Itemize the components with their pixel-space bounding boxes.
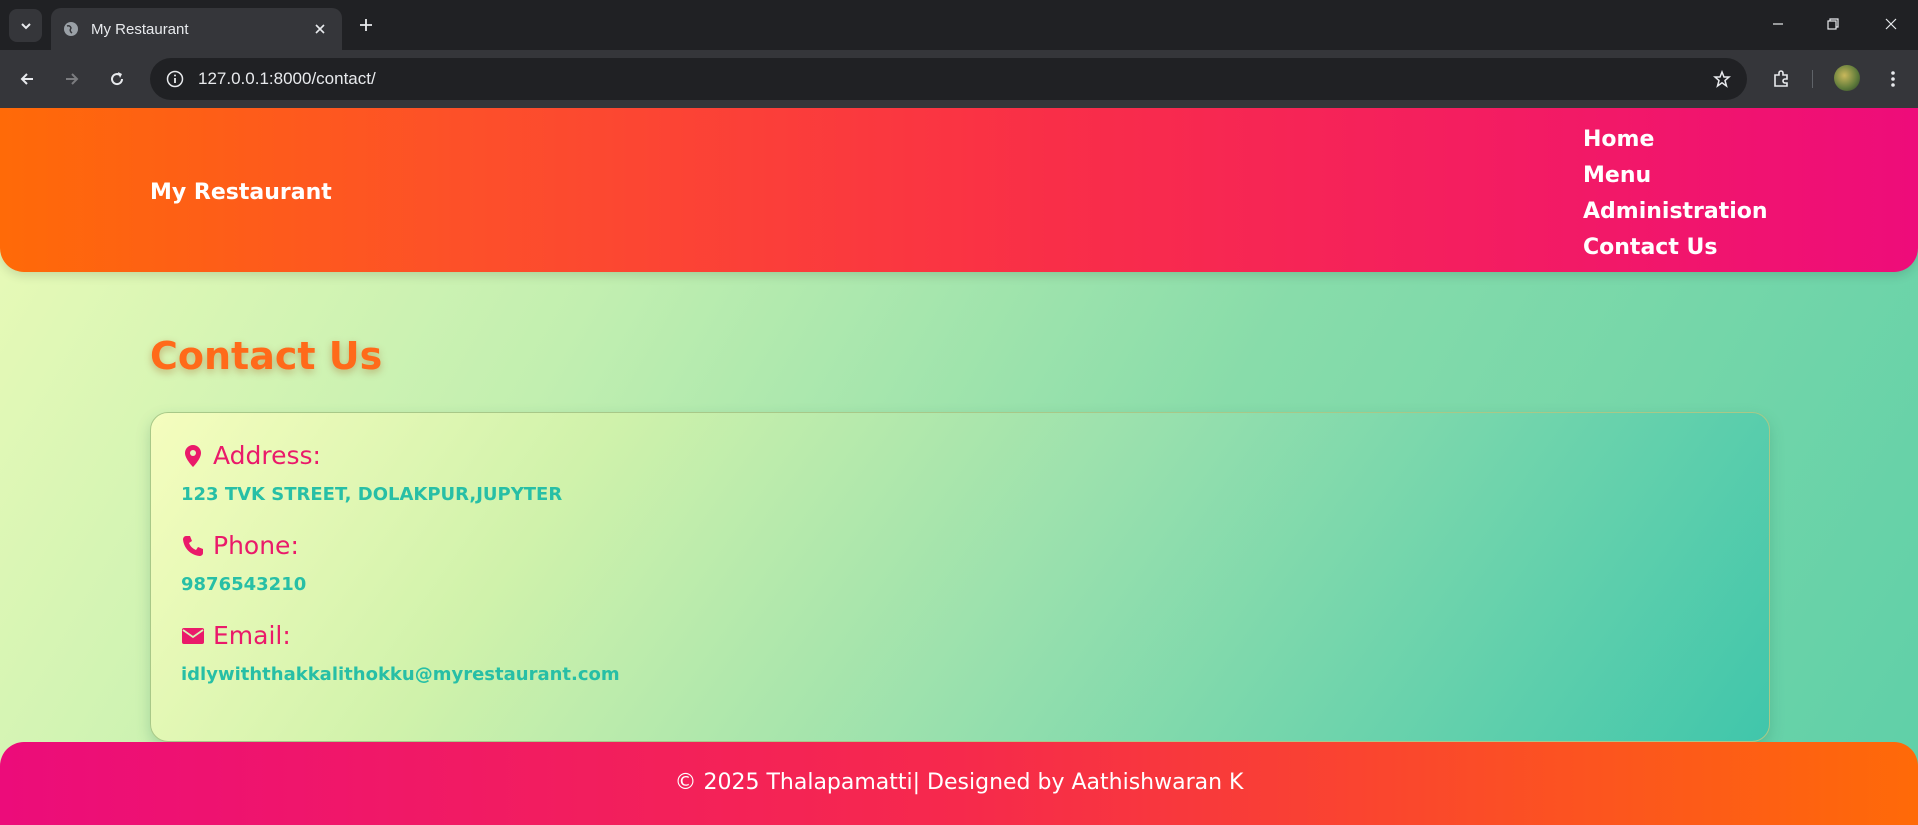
nav-menu[interactable]: Menu xyxy=(1583,158,1768,194)
reload-icon[interactable] xyxy=(100,62,134,96)
plus-icon[interactable] xyxy=(352,11,380,39)
email-label-row: Email: xyxy=(181,621,620,650)
page-content: My Restaurant Home Menu Administration C… xyxy=(0,108,1918,825)
site-footer: © 2025 Thalapamatti| Designed by Aathish… xyxy=(0,742,1918,825)
toolbar-divider xyxy=(1812,70,1813,88)
brand-logo[interactable]: My Restaurant xyxy=(150,180,332,205)
close-window-icon[interactable] xyxy=(1868,6,1914,42)
phone-value: 9876543210 xyxy=(181,574,307,595)
nav-contact-us[interactable]: Contact Us xyxy=(1583,230,1768,266)
address-value: 123 TVK STREET, DOLAKPUR,JUPYTER xyxy=(181,484,563,505)
back-icon[interactable] xyxy=(10,62,44,96)
globe-icon xyxy=(61,19,81,39)
nav-home[interactable]: Home xyxy=(1583,122,1768,158)
tab-title: My Restaurant xyxy=(91,20,189,38)
site-header: My Restaurant Home Menu Administration C… xyxy=(0,108,1918,272)
address-bar[interactable]: 127.0.0.1:8000/contact/ xyxy=(150,58,1747,100)
footer-copyright: © 2025 Thalapamatti| Designed by Aathish… xyxy=(674,770,1244,795)
map-pin-icon xyxy=(181,443,205,469)
email-value[interactable]: idlywiththakkalithokku@myrestaurant.com xyxy=(181,664,620,685)
minimize-icon[interactable] xyxy=(1755,6,1801,42)
forward-icon[interactable] xyxy=(55,62,89,96)
phone-label-row: Phone: xyxy=(181,531,306,560)
phone-block: Phone: 9876543210 xyxy=(181,531,306,595)
tab-search-icon[interactable] xyxy=(9,9,42,42)
browser-tabstrip: My Restaurant xyxy=(0,0,1918,50)
profile-avatar[interactable] xyxy=(1834,65,1860,91)
info-icon[interactable] xyxy=(164,68,186,90)
phone-label: Phone: xyxy=(213,531,299,560)
close-icon[interactable] xyxy=(310,19,330,39)
extensions-icon[interactable] xyxy=(1764,62,1798,96)
address-label: Address: xyxy=(213,441,321,470)
main-nav: Home Menu Administration Contact Us xyxy=(1583,122,1768,266)
phone-icon xyxy=(181,533,205,559)
contact-card: Address: 123 TVK STREET, DOLAKPUR,JUPYTE… xyxy=(150,412,1770,742)
browser-tab[interactable]: My Restaurant xyxy=(51,8,342,50)
url-text[interactable]: 127.0.0.1:8000/contact/ xyxy=(198,69,1705,89)
address-label-row: Address: xyxy=(181,441,562,470)
address-block: Address: 123 TVK STREET, DOLAKPUR,JUPYTE… xyxy=(181,441,562,505)
page-title: Contact Us xyxy=(150,334,383,378)
browser-toolbar: 127.0.0.1:8000/contact/ xyxy=(0,50,1918,108)
email-label: Email: xyxy=(213,621,291,650)
envelope-icon xyxy=(181,623,205,649)
restore-icon[interactable] xyxy=(1810,6,1856,42)
star-icon[interactable] xyxy=(1705,62,1739,96)
email-block: Email: idlywiththakkalithokku@myrestaura… xyxy=(181,621,620,685)
more-icon[interactable] xyxy=(1876,62,1910,96)
nav-administration[interactable]: Administration xyxy=(1583,194,1768,230)
